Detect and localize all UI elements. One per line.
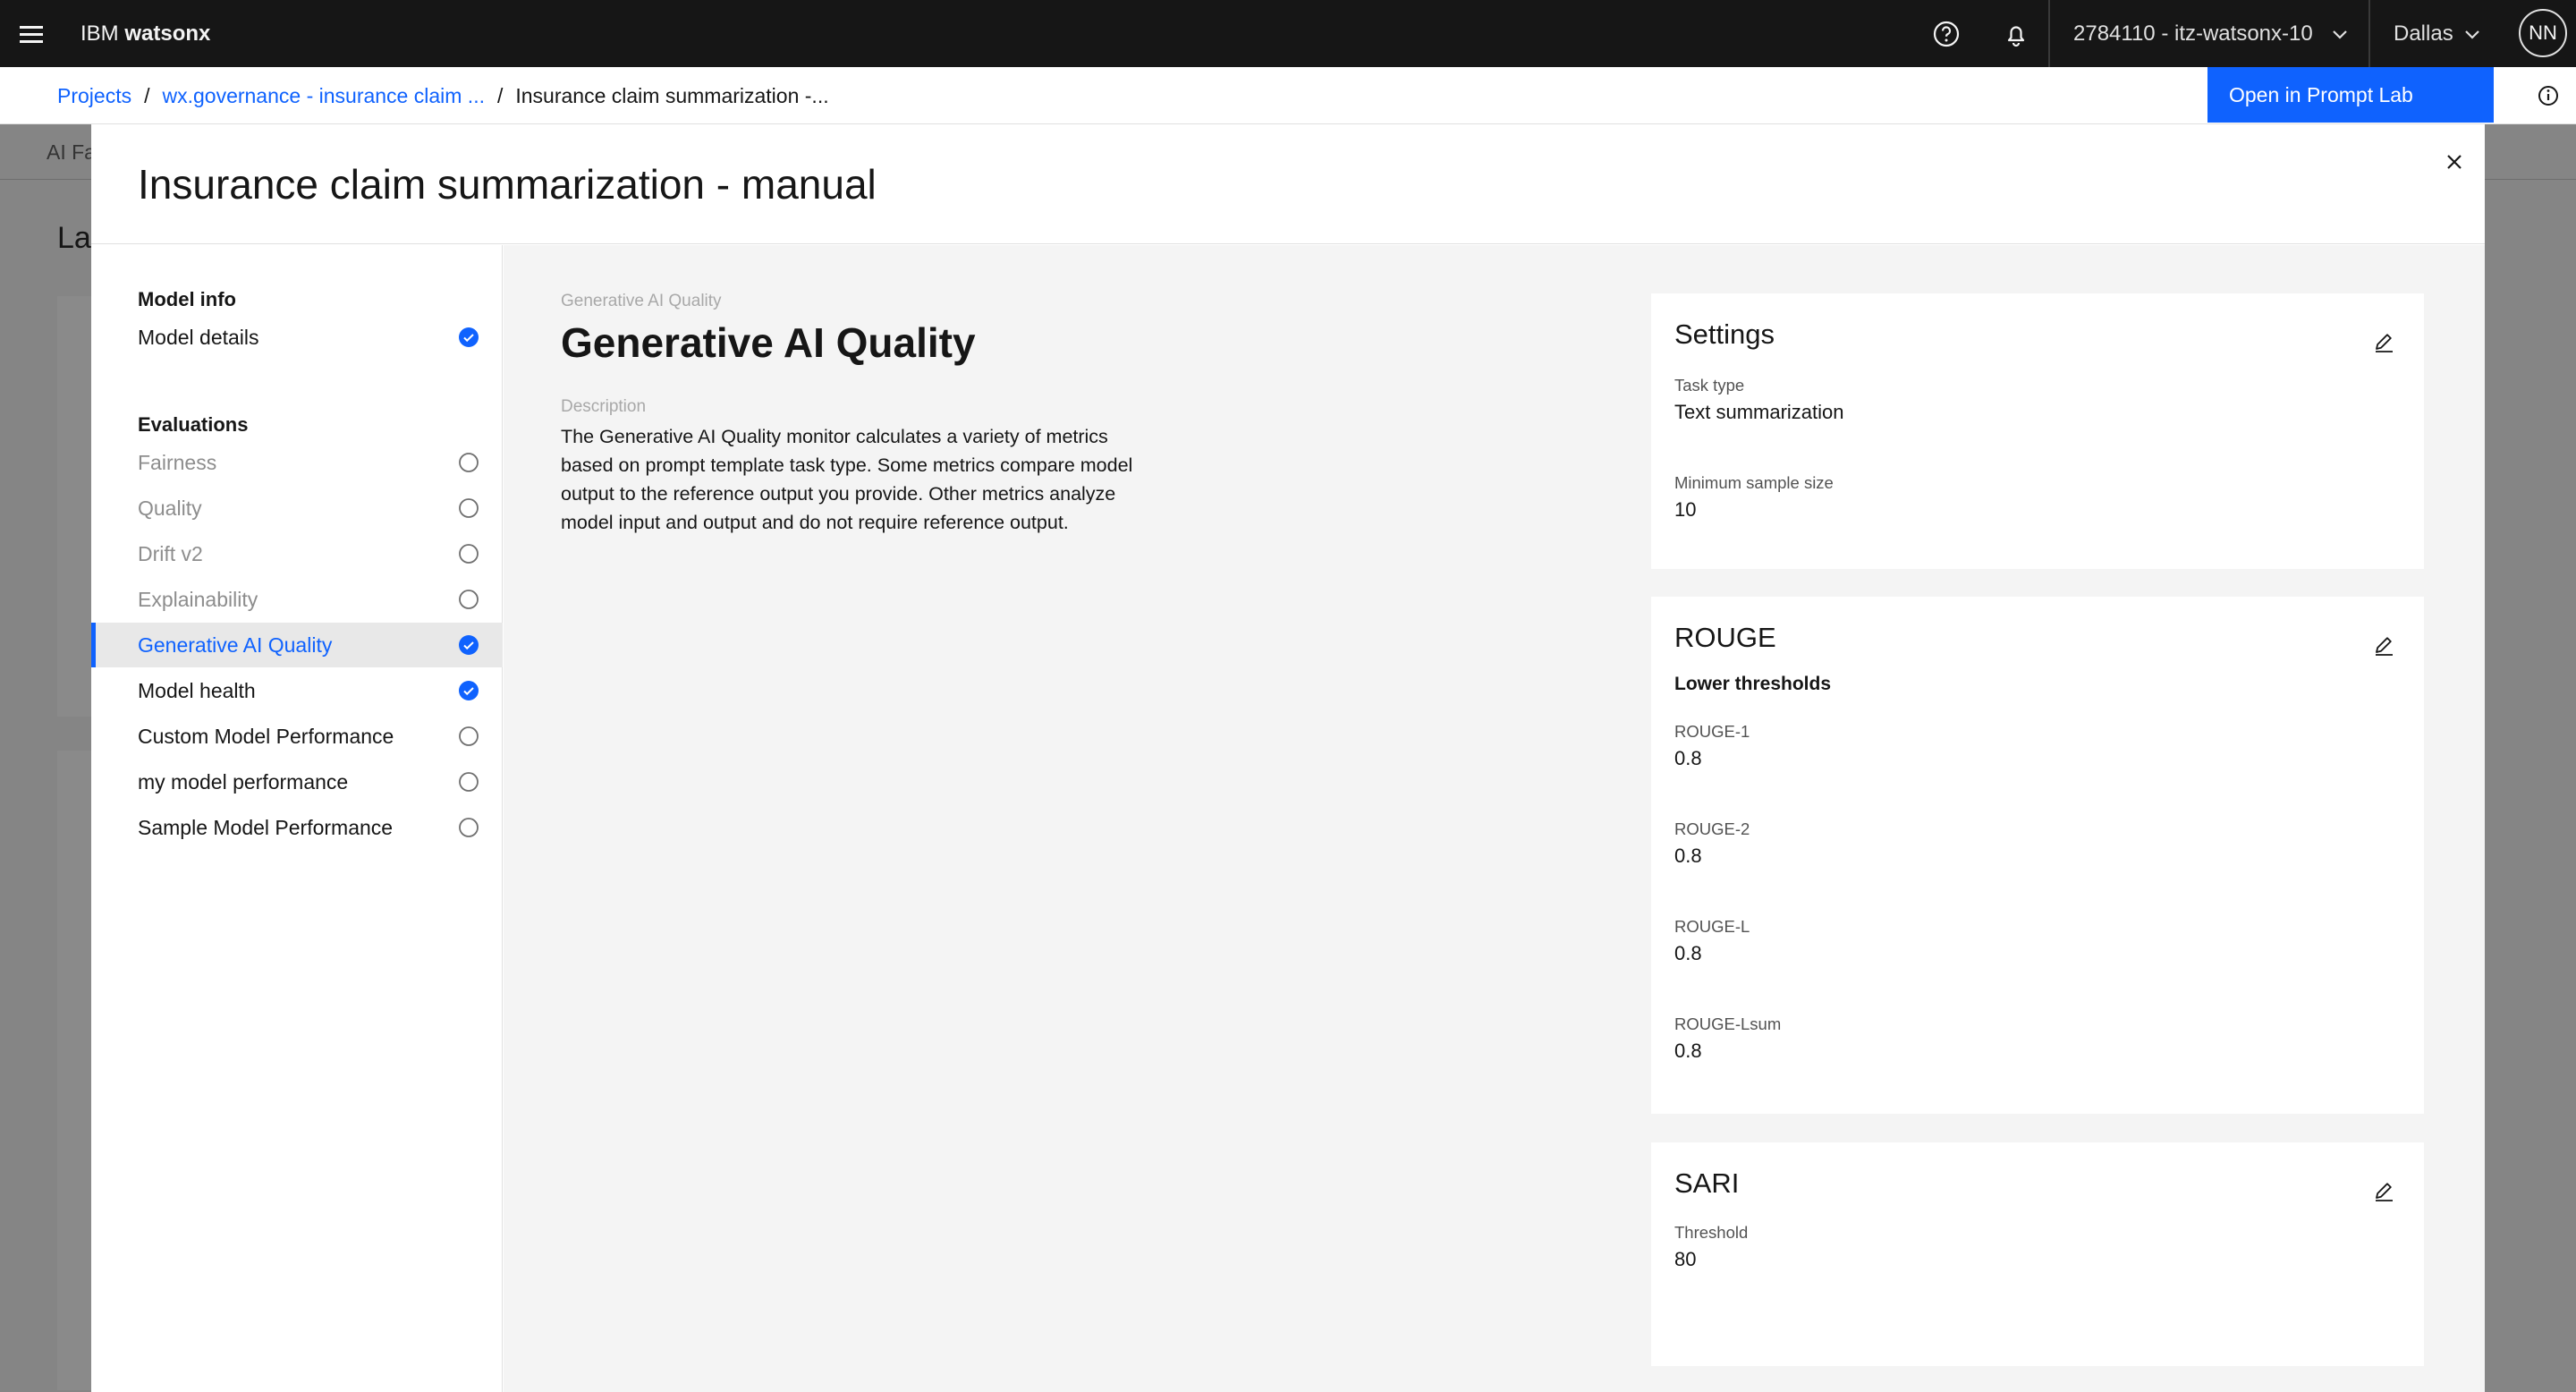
breadcrumb-separator: /	[144, 84, 150, 107]
description-text: The Generative AI Quality monitor calcul…	[561, 426, 1133, 533]
circle-outline-icon	[459, 726, 479, 746]
field-value: 0.8	[1674, 747, 1702, 769]
sidebar-item-label: Fairness	[138, 451, 217, 474]
field-label: ROUGE-2	[1674, 819, 1750, 838]
sidebar-item-drift-v2[interactable]: Drift v2	[91, 531, 503, 576]
product-brand[interactable]: IBM watsonx	[80, 0, 210, 67]
modal-title: Insurance claim summarization - manual	[138, 161, 877, 208]
field-label: Threshold	[1674, 1223, 1749, 1242]
description-label: Description	[561, 397, 647, 416]
brand-prefix: IBM	[80, 21, 119, 46]
circle-outline-icon	[459, 544, 479, 564]
rouge-card: ROUGE Lower thresholds ROUGE-1 0.8 ROUGE…	[1651, 597, 2424, 1114]
breadcrumb: Projects / wx.governance - insurance claim…	[57, 67, 829, 124]
breadcrumb-separator: /	[496, 84, 504, 107]
field-label: ROUGE-Lsum	[1674, 1014, 1782, 1033]
section-eyebrow: Generative AI Quality	[561, 292, 722, 310]
sidebar-item-label: Drift v2	[138, 542, 203, 565]
sidebar-item-label: Explainability	[138, 588, 258, 611]
sidebar-item-label: Generative AI Quality	[138, 633, 333, 657]
pencil-icon[interactable]	[2370, 329, 2397, 356]
sidebar-item-custom-model-performance[interactable]: Custom Model Performance	[91, 714, 503, 759]
checkmark-filled-icon	[459, 681, 479, 700]
sidebar-item-label: Sample Model Performance	[138, 816, 394, 839]
modal-header: Insurance claim summarization - manual	[91, 124, 2485, 244]
circle-outline-icon	[459, 590, 479, 609]
top-header: IBM watsonx 2784110 - itz-watsonx-10 Dal…	[0, 0, 2576, 67]
sidebar-item-label: Model details	[138, 326, 259, 349]
field-label: Task type	[1674, 376, 1745, 395]
evaluation-sidebar: Model info Model details Evaluations Fai…	[91, 245, 503, 1392]
bell-icon[interactable]	[1998, 16, 2034, 52]
section-title: Generative AI Quality	[561, 319, 976, 366]
circle-outline-icon	[459, 453, 479, 472]
brand-name: watsonx	[124, 21, 211, 46]
field-label: Minimum sample size	[1674, 473, 1834, 492]
field-value: 0.8	[1674, 845, 1702, 867]
help-icon[interactable]	[1928, 16, 1964, 52]
evaluations-heading: Evaluations	[138, 413, 249, 436]
pencil-icon[interactable]	[2370, 632, 2397, 659]
checkmark-filled-icon	[459, 327, 479, 347]
circle-outline-icon	[459, 498, 479, 518]
checkmark-filled-icon	[459, 635, 479, 655]
sidebar-item-my-model-performance[interactable]: my model performance	[91, 760, 503, 804]
hamburger-icon[interactable]	[16, 18, 48, 50]
sidebar-item-generative-ai-quality[interactable]: Generative AI Quality	[91, 623, 503, 667]
circle-outline-icon	[459, 772, 479, 792]
field-value: Text summarization	[1674, 401, 1844, 423]
header-divider	[2048, 0, 2050, 67]
sidebar-item-label: Quality	[138, 497, 202, 520]
evaluation-config-modal: Insurance claim summarization - manual M…	[91, 124, 2485, 1392]
model-info-heading: Model info	[138, 288, 236, 310]
close-icon[interactable]	[2436, 144, 2472, 180]
breadcrumb-bar: Projects / wx.governance - insurance claim…	[0, 67, 2576, 124]
pencil-icon[interactable]	[2370, 1178, 2397, 1205]
header-divider	[2368, 0, 2370, 67]
sidebar-item-label: my model performance	[138, 770, 349, 794]
sidebar-item-explainability[interactable]: Explainability	[91, 577, 503, 622]
sari-card: SARI Threshold 80	[1651, 1142, 2424, 1366]
field-value: 10	[1674, 498, 1697, 521]
sidebar-item-fairness[interactable]: Fairness	[91, 440, 503, 485]
field-value: 0.8	[1674, 1040, 1702, 1062]
sidebar-item-model-details[interactable]: Model details	[91, 315, 503, 360]
sidebar-item-model-health[interactable]: Model health	[91, 668, 503, 713]
field-label: ROUGE-1	[1674, 722, 1750, 741]
breadcrumb-project[interactable]: wx.governance - insurance claim ...	[162, 84, 485, 107]
user-avatar[interactable]: NN	[2519, 9, 2567, 57]
field-value: 0.8	[1674, 942, 1702, 964]
account-switcher[interactable]: 2784110 - itz-watsonx-10	[2073, 0, 2313, 67]
info-icon[interactable]	[2535, 82, 2562, 109]
sidebar-item-quality[interactable]: Quality	[91, 486, 503, 530]
card-title: Settings	[1674, 318, 1775, 350]
sidebar-item-label: Model health	[138, 679, 256, 702]
chevron-down-icon[interactable]	[2462, 23, 2483, 45]
breadcrumb-projects[interactable]: Projects	[57, 84, 131, 107]
sidebar-item-label: Custom Model Performance	[138, 725, 394, 748]
breadcrumb-current: Insurance claim summarization -...	[515, 84, 829, 107]
region-switcher[interactable]: Dallas	[2394, 0, 2453, 67]
field-label: ROUGE-L	[1674, 917, 1750, 936]
settings-card: Settings Task type Text summarization Mi…	[1651, 293, 2424, 569]
circle-outline-icon	[459, 818, 479, 837]
field-value: 80	[1674, 1248, 1697, 1270]
sidebar-item-sample-model-performance[interactable]: Sample Model Performance	[91, 805, 503, 850]
card-subtitle: Lower thresholds	[1674, 674, 1832, 694]
chevron-down-icon[interactable]	[2329, 23, 2351, 45]
card-title: ROUGE	[1674, 622, 1776, 653]
evaluation-detail-panel: Generative AI Quality Generative AI Qual…	[504, 245, 2485, 1392]
card-title: SARI	[1674, 1167, 1740, 1199]
open-in-prompt-lab-button[interactable]: Open in Prompt Lab	[2207, 67, 2494, 123]
